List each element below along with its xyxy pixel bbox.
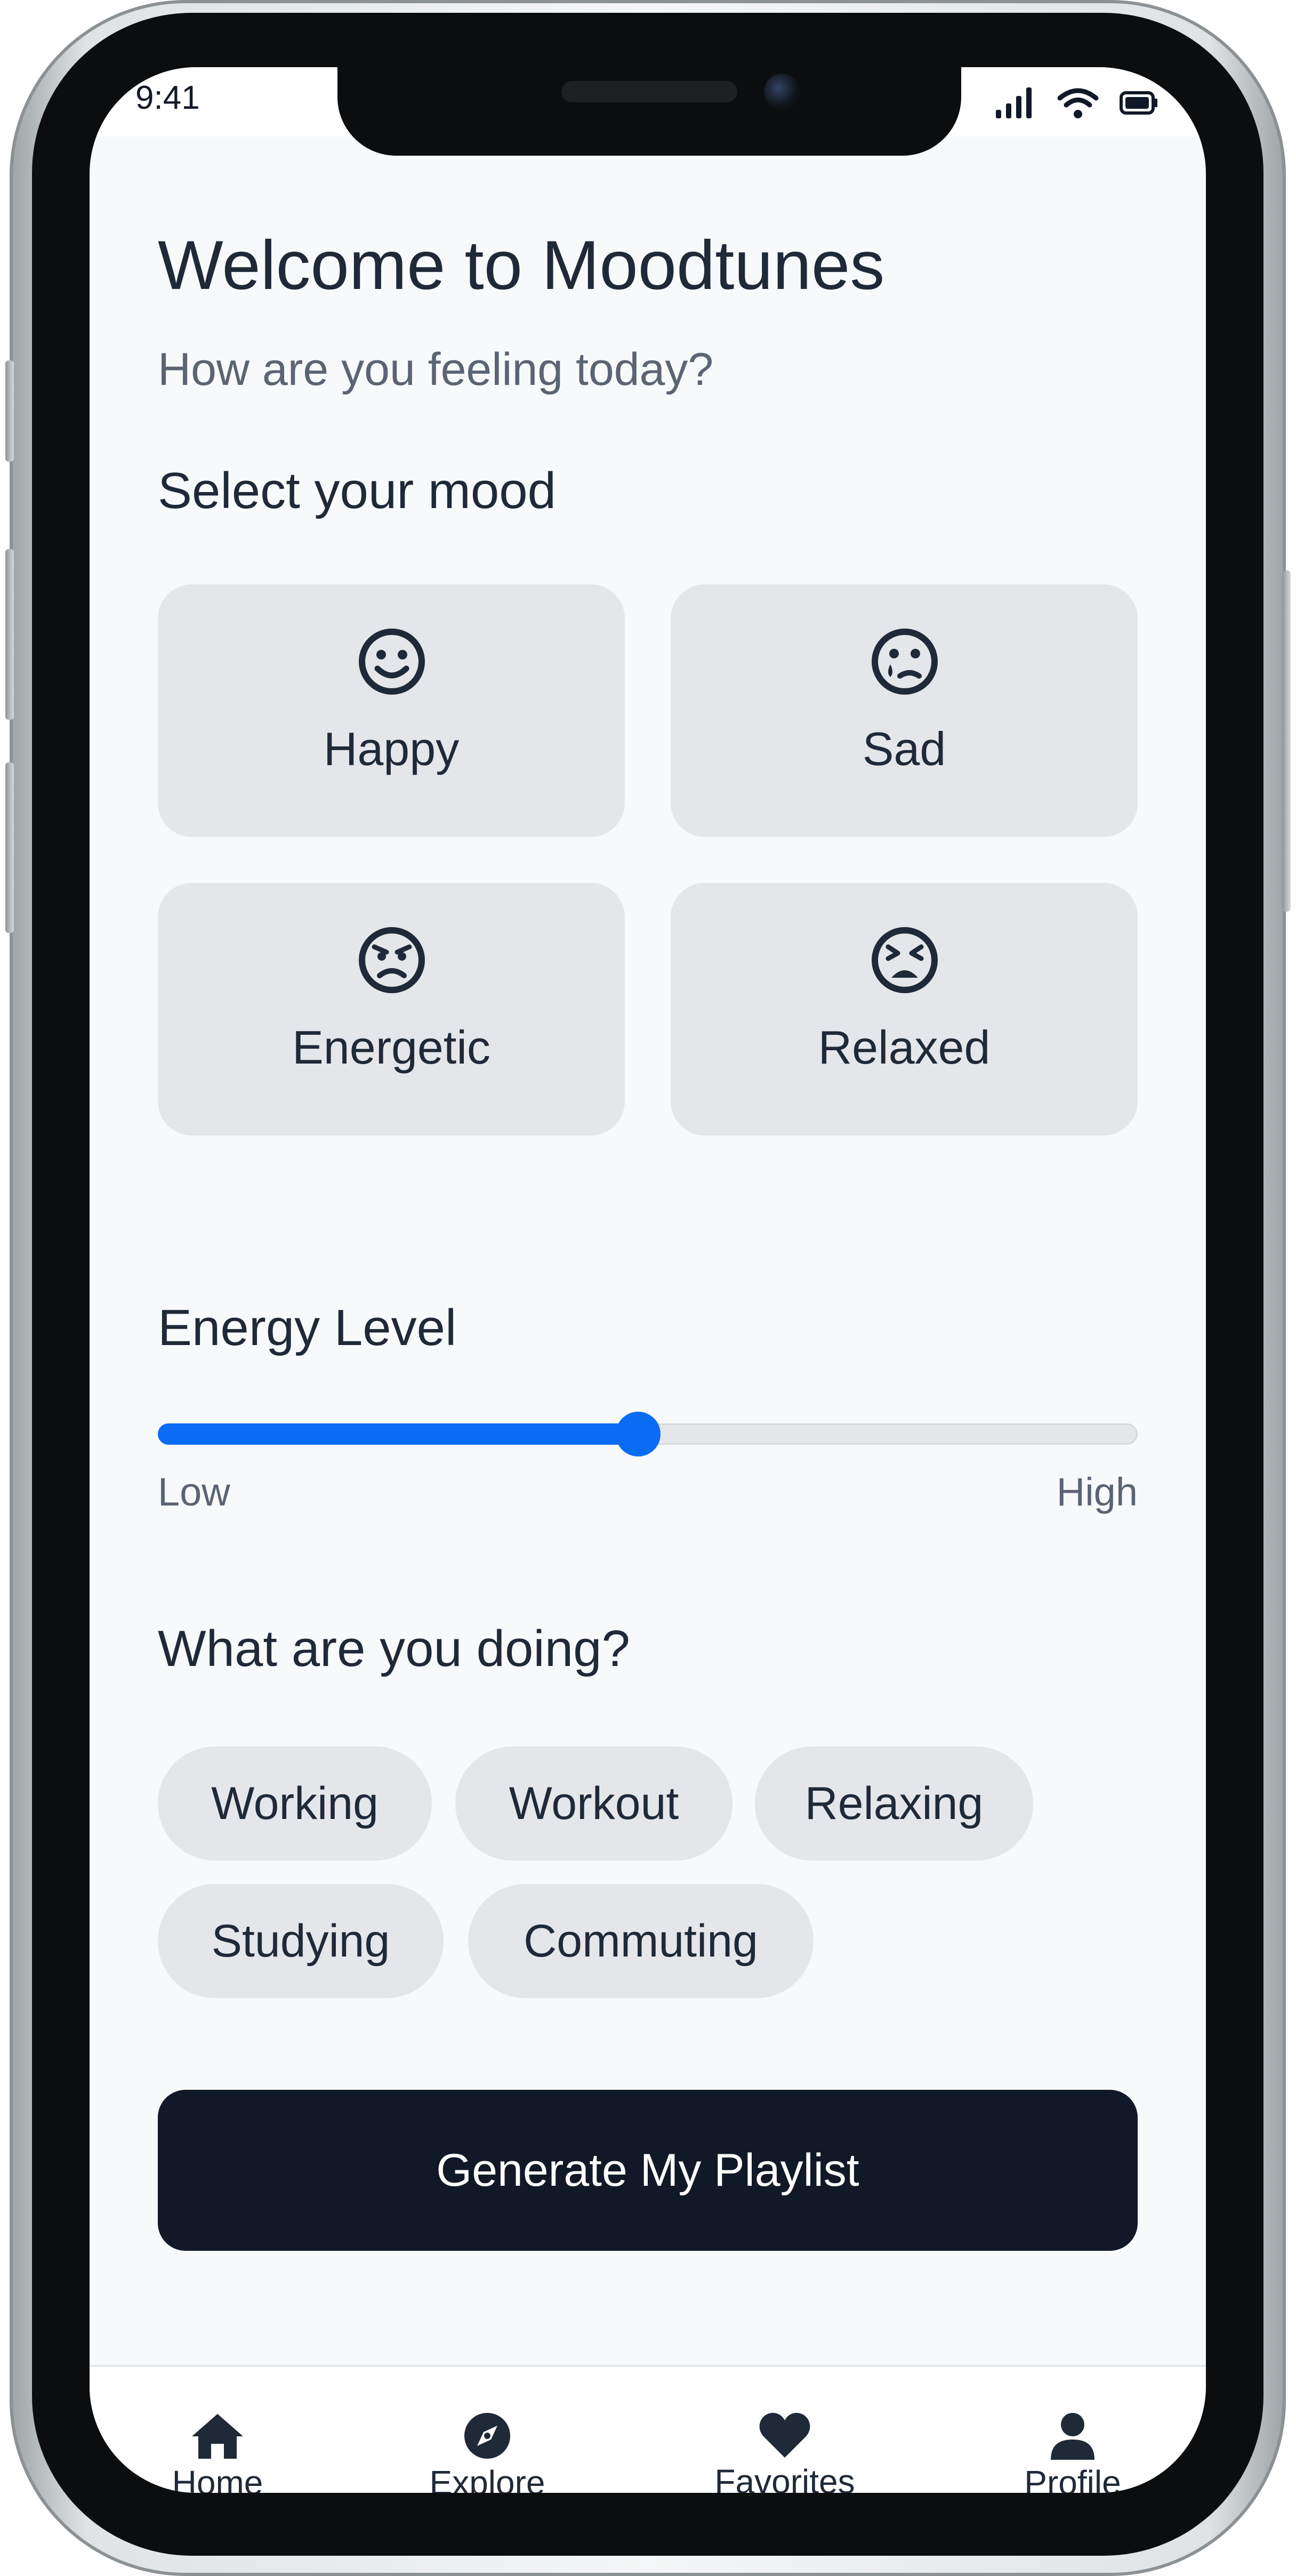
tab-bar: Home Explore Favorites Profile: [90, 2365, 1206, 2493]
power-button: [1282, 570, 1291, 912]
mood-card-relaxed[interactable]: Relaxed: [671, 883, 1138, 1136]
speaker-grille: [561, 81, 737, 102]
mood-card-happy[interactable]: Happy: [158, 584, 625, 837]
energy-slider[interactable]: [158, 1412, 1138, 1456]
battery-icon: [1120, 91, 1157, 115]
chip-working[interactable]: Working: [158, 1746, 432, 1861]
tired-icon: [872, 927, 938, 993]
page-subtitle: How are you feeling today?: [158, 344, 714, 395]
activity-label: What are you doing?: [158, 1620, 630, 1677]
chip-workout[interactable]: Workout: [455, 1746, 732, 1861]
tab-label: Profile: [1024, 2464, 1121, 2493]
status-time: 9:41: [135, 79, 200, 116]
tab-label: Favorites: [714, 2462, 855, 2493]
mood-card-sad[interactable]: Sad: [671, 584, 1138, 837]
angry-icon: [359, 927, 425, 993]
mood-label: Happy: [323, 722, 460, 775]
wifi-icon: [1057, 88, 1099, 118]
home-icon: [192, 2414, 243, 2459]
app-screen: 9:41 Welcome to Moodtunes How are you fe…: [90, 67, 1206, 2493]
compass-icon: [464, 2413, 510, 2459]
volume-down-button: [5, 762, 14, 933]
notch: [337, 67, 961, 156]
chip-relaxing[interactable]: Relaxing: [755, 1746, 1033, 1861]
tab-explore[interactable]: Explore: [391, 2412, 583, 2493]
slider-thumb[interactable]: [615, 1412, 661, 1456]
cellular-signal-icon: [996, 87, 1032, 118]
user-icon: [1051, 2413, 1094, 2460]
energy-label: Energy Level: [158, 1299, 457, 1356]
chip-commuting[interactable]: Commuting: [468, 1884, 814, 1998]
heart-icon: [759, 2413, 810, 2458]
tab-label: Explore: [429, 2464, 545, 2493]
slider-fill: [158, 1423, 638, 1445]
sad-tear-icon: [872, 629, 938, 695]
tab-label: Home: [172, 2464, 263, 2493]
mood-label: Sad: [862, 722, 946, 775]
mute-switch: [5, 360, 14, 462]
mood-section-label: Select your mood: [158, 462, 557, 519]
volume-up-button: [5, 549, 14, 720]
tab-favorites[interactable]: Favorites: [689, 2412, 881, 2493]
page-title: Welcome to Moodtunes: [158, 226, 885, 304]
tab-profile[interactable]: Profile: [977, 2412, 1169, 2493]
status-icons: [995, 86, 1158, 119]
energy-high-label: High: [1056, 1470, 1138, 1514]
mood-label: Energetic: [292, 1021, 490, 1074]
mood-card-energetic[interactable]: Energetic: [158, 883, 625, 1136]
front-camera: [764, 74, 800, 110]
energy-low-label: Low: [158, 1470, 230, 1514]
mood-label: Relaxed: [818, 1021, 991, 1074]
tab-home[interactable]: Home: [122, 2412, 313, 2493]
generate-playlist-button[interactable]: Generate My Playlist: [158, 2090, 1138, 2251]
smile-icon: [359, 629, 425, 695]
chip-studying[interactable]: Studying: [158, 1884, 444, 1998]
